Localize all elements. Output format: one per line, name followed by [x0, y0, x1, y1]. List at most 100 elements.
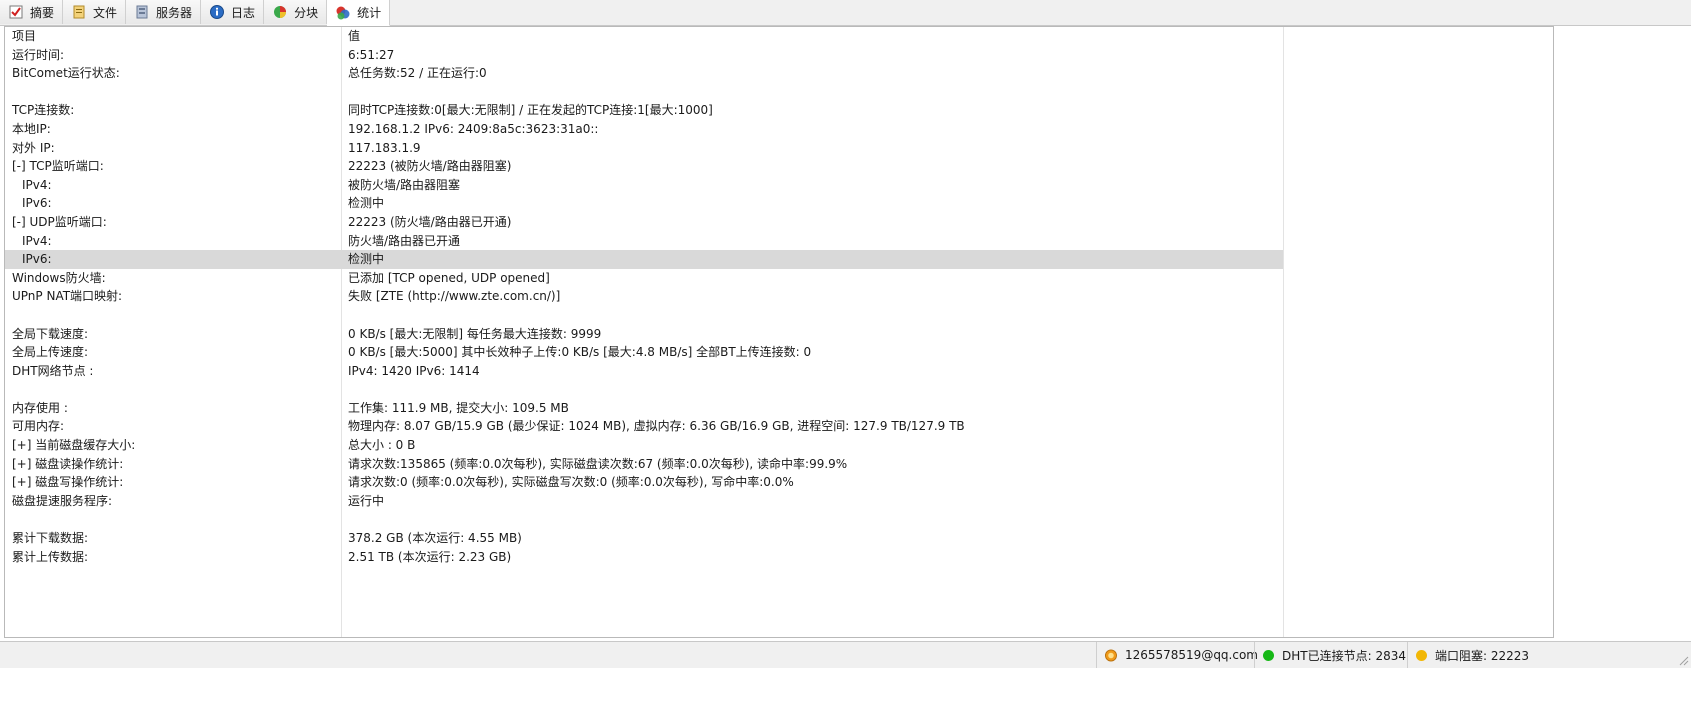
row-value: IPv4: 1420 IPv6: 1414	[348, 363, 480, 378]
table-row[interactable]: 对外 IP: 117.183.1.9	[5, 139, 1283, 158]
row-key: [-] TCP监听端口:	[12, 159, 104, 174]
row-key: 内存使用 :	[12, 400, 68, 415]
row-key: DHT网络节点 :	[12, 363, 94, 378]
table-row[interactable]: 累计上传数据: 2.51 TB (本次运行: 2.23 GB)	[5, 548, 1283, 567]
row-key: UPnP NAT端口映射:	[12, 289, 123, 304]
table-row[interactable]: IPv6: 检测中	[5, 194, 1283, 213]
server-icon	[136, 5, 148, 19]
resize-grip-icon[interactable]	[1677, 654, 1689, 666]
row-key: 对外 IP:	[12, 140, 55, 155]
row-key: [-] UDP监听端口:	[12, 214, 107, 229]
row-value: 同时TCP连接数:0[最大:无限制] / 正在发起的TCP连接:1[最大:100…	[348, 103, 713, 118]
account-email: 1265578519@qq.com	[1124, 648, 1258, 662]
tab-statistics[interactable]: 统计	[327, 0, 391, 26]
table-row[interactable]	[5, 510, 1283, 529]
row-value: 378.2 GB (本次运行: 4.55 MB)	[348, 531, 522, 546]
status-port[interactable]: 端口阻塞: 22223	[1407, 642, 1556, 668]
table-row[interactable]: [-] UDP监听端口: 22223 (防火墙/路由器已开通)	[5, 213, 1283, 232]
table-row[interactable]: [+] 当前磁盘缓存大小: 总大小 : 0 B	[5, 436, 1283, 455]
table-row[interactable]: TCP连接数: 同时TCP连接数:0[最大:无限制] / 正在发起的TCP连接:1…	[5, 101, 1283, 120]
row-value: 检测中	[348, 196, 385, 211]
table-row[interactable]: 运行时间: 6:51:27	[5, 46, 1283, 65]
table-row[interactable]: [+] 磁盘写操作统计: 请求次数:0 (频率:0.0次每秒), 实际磁盘写次数:…	[5, 473, 1283, 492]
tab-summary[interactable]: 摘要	[0, 0, 64, 24]
row-key: TCP连接数:	[12, 103, 75, 118]
statistics-list[interactable]: 项目 值 运行时间: 6:51:27 BitComet运行状态: 总任务数:52 / …	[4, 26, 1554, 638]
statistics-rows: 项目 值 运行时间: 6:51:27 BitComet运行状态: 总任务数:52 / …	[5, 27, 1283, 566]
row-value: 运行中	[348, 493, 385, 508]
row-key: IPv4:	[22, 233, 52, 248]
tab-label: 统计	[357, 6, 382, 20]
table-row[interactable]: 全局上传速度: 0 KB/s [最大:5000] 其中长效种子上传:0 KB/s …	[5, 343, 1283, 362]
table-row[interactable]: [-] TCP监听端口: 22223 (被防火墙/路由器阻塞)	[5, 157, 1283, 176]
row-key: 磁盘提速服务程序:	[12, 493, 113, 508]
row-value: 117.183.1.9	[348, 140, 421, 155]
row-value: 防火墙/路由器已开通	[348, 233, 461, 248]
row-key: IPv6:	[22, 196, 52, 211]
row-value: 工作集: 111.9 MB, 提交大小: 109.5 MB	[348, 400, 569, 415]
tab-files[interactable]: 文件	[63, 0, 127, 24]
table-row[interactable]: [+] 磁盘读操作统计: 请求次数:135865 (频率:0.0次每秒), 实际磁…	[5, 455, 1283, 474]
table-row[interactable]	[5, 83, 1283, 102]
row-value: 总任务数:52 / 正在运行:0	[348, 66, 487, 81]
tab-label: 摘要	[30, 5, 55, 20]
bitcomet-window: 摘要 文件 服务器 日志 分块 统计 项目 值 运行时间: 6:51:27 Bi…	[0, 0, 1691, 727]
table-row[interactable]: 全局下载速度: 0 KB/s [最大:无限制] 每任务最大连接数: 9999	[5, 325, 1283, 344]
row-key: BitComet运行状态:	[12, 66, 120, 81]
port-status-dot-icon	[1416, 649, 1427, 661]
row-value: 失败 [ZTE (http://www.zte.com.cn/)]	[348, 289, 561, 304]
stats-icon	[336, 6, 350, 19]
tab-log[interactable]: 日志	[201, 0, 265, 24]
row-key: 本地IP:	[12, 121, 51, 136]
row-value: 2.51 TB (本次运行: 2.23 GB)	[348, 549, 512, 564]
row-key: 全局下载速度:	[12, 326, 89, 341]
row-key: Windows防火墙:	[12, 270, 106, 285]
tab-label: 服务器	[156, 5, 193, 20]
row-value: 物理内存: 8.07 GB/15.9 GB (最少保证: 1024 MB), 虚…	[348, 419, 965, 434]
window-bottom-area	[0, 668, 1691, 727]
dht-status-dot-icon	[1263, 649, 1274, 661]
tab-servers[interactable]: 服务器	[126, 0, 202, 24]
table-row[interactable]: 本地IP: 192.168.1.2 IPv6: 2409:8a5c:3623:31…	[5, 120, 1283, 139]
status-dht[interactable]: DHT已连接节点: 2834	[1254, 642, 1411, 668]
row-value: 请求次数:135865 (频率:0.0次每秒), 实际磁盘读次数:67 (频率:…	[348, 456, 848, 471]
table-row[interactable]: IPv4: 防火墙/路由器已开通	[5, 232, 1283, 251]
info-icon	[210, 5, 225, 19]
dht-nodes: DHT已连接节点: 2834	[1282, 648, 1406, 663]
table-row[interactable]: DHT网络节点 : IPv4: 1420 IPv6: 1414	[5, 362, 1283, 381]
list-header: 项目 值	[5, 27, 1283, 46]
port-blocked: 端口阻塞: 22223	[1435, 648, 1530, 663]
row-key: 运行时间:	[12, 47, 65, 62]
row-value: 22223 (被防火墙/路由器阻塞)	[348, 159, 512, 174]
row-value: 被防火墙/路由器阻塞	[348, 177, 461, 192]
table-row[interactable]: 内存使用 : 工作集: 111.9 MB, 提交大小: 109.5 MB	[5, 399, 1283, 418]
header-key: 项目	[12, 29, 37, 43]
row-value: 192.168.1.2 IPv6: 2409:8a5c:3623:31a0::	[348, 121, 599, 136]
row-key: 可用内存:	[12, 419, 65, 434]
row-key: [+] 磁盘写操作统计:	[12, 475, 124, 490]
table-row[interactable]: 磁盘提速服务程序: 运行中	[5, 492, 1283, 511]
column-divider	[1283, 27, 1284, 637]
table-row[interactable]	[5, 380, 1283, 399]
row-key: [+] 磁盘读操作统计:	[12, 456, 124, 471]
table-row[interactable]: 累计下载数据: 378.2 GB (本次运行: 4.55 MB)	[5, 529, 1283, 548]
table-row[interactable]: BitComet运行状态: 总任务数:52 / 正在运行:0	[5, 64, 1283, 83]
table-row[interactable]	[5, 306, 1283, 325]
status-bar: 1265578519@qq.com DHT已连接节点: 2834 端口阻塞: 2…	[0, 641, 1691, 668]
table-row[interactable]: IPv4: 被防火墙/路由器阻塞	[5, 176, 1283, 195]
pie-icon	[274, 6, 287, 18]
row-key: 全局上传速度:	[12, 345, 89, 360]
row-key: 累计下载数据:	[12, 531, 89, 546]
table-row[interactable]: Windows防火墙: 已添加 [TCP opened, UDP opened]	[5, 269, 1283, 288]
row-value: 已添加 [TCP opened, UDP opened]	[348, 270, 550, 285]
table-row[interactable]: UPnP NAT端口映射: 失败 [ZTE (http://www.zte.com…	[5, 287, 1283, 306]
table-row[interactable]: IPv6: 检测中	[5, 250, 1283, 269]
file-icon	[73, 5, 85, 19]
row-value: 总大小 : 0 B	[348, 438, 416, 453]
row-value: 0 KB/s [最大:无限制] 每任务最大连接数: 9999	[348, 326, 602, 341]
status-account[interactable]: 1265578519@qq.com	[1096, 642, 1258, 668]
row-key: [+] 当前磁盘缓存大小:	[12, 438, 136, 453]
tab-pieces[interactable]: 分块	[264, 0, 328, 24]
summary-check-icon	[9, 5, 23, 19]
table-row[interactable]: 可用内存: 物理内存: 8.07 GB/15.9 GB (最少保证: 1024 M…	[5, 417, 1283, 436]
